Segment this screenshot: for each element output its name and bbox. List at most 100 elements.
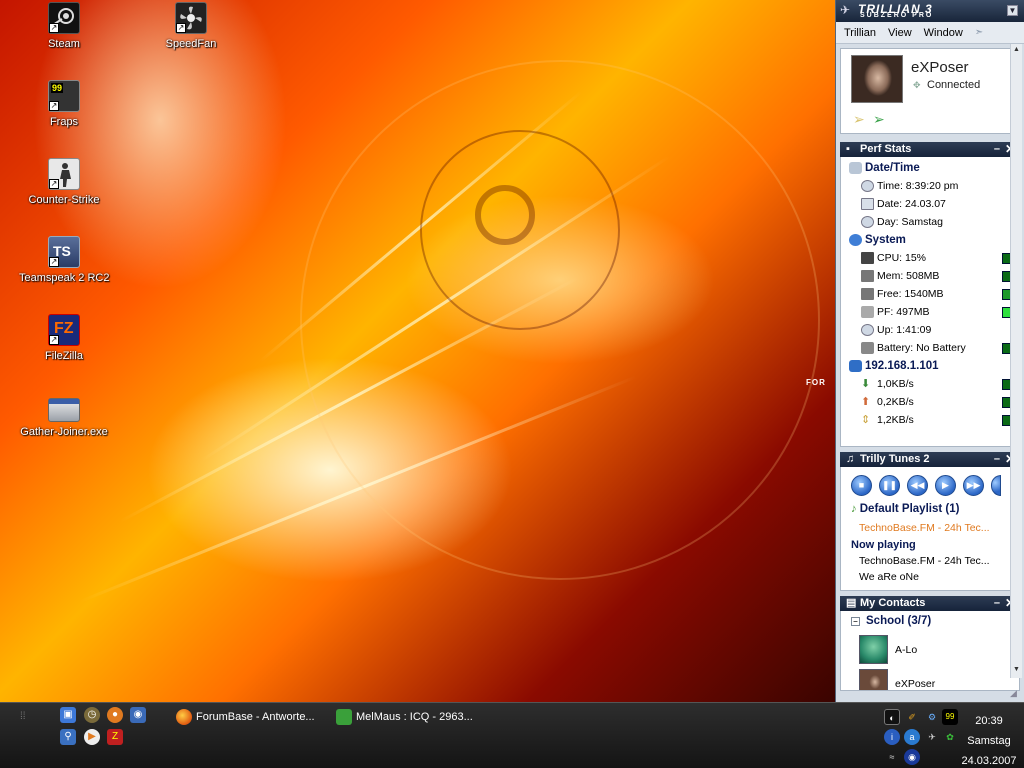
antivirus-tray-icon[interactable]: a	[904, 729, 920, 745]
taskbar-task-forumbase[interactable]: ForumBase - Antworte...	[174, 705, 315, 729]
previous-button[interactable]: ◀◀	[907, 475, 928, 496]
minimize-button[interactable]: –	[994, 452, 1000, 467]
exe-titlebar	[49, 399, 79, 404]
clock-time: 20:39	[975, 715, 1003, 727]
trillian-window[interactable]: ✈ TRILLIAN 3 SUBZERO PRO ▼ Trillian View…	[835, 0, 1024, 702]
desktop-icon-label: SpeedFan	[165, 38, 217, 50]
resize-grip-icon[interactable]: ◢	[1010, 688, 1020, 698]
panel-icon: ▪	[846, 143, 850, 155]
contact-group[interactable]: – School (3/7)	[851, 615, 931, 627]
desktop-icon-fraps[interactable]: 99 ↗ Fraps	[19, 80, 109, 128]
total-row: ⇕ 1,2KB/s	[841, 411, 1019, 429]
trilly-tunes-panel: ■ ❚❚ ◀◀ ▶ ▶▶ ♪ Default Playlist (1) Techn…	[840, 467, 1020, 591]
quicklaunch-network-icon[interactable]: ⚲	[60, 729, 76, 745]
collapse-icon[interactable]: –	[851, 617, 860, 626]
trillian-scrollbar[interactable]: ▲ ▼	[1010, 44, 1022, 678]
menu-overflow-icon[interactable]: ➣	[975, 27, 983, 38]
filezilla-icon: FZ ↗	[48, 314, 80, 346]
perf-stats-header[interactable]: ▪ Perf Stats – ✕	[840, 142, 1020, 157]
stop-button[interactable]: ■	[851, 475, 872, 496]
playlist-item[interactable]: TechnoBase.FM - 24h Tec...	[859, 522, 1004, 534]
taskbar-grip-icon[interactable]: ⁞⁞	[20, 711, 26, 722]
desktop-icon-gather-joiner[interactable]: Gather-Joiner.exe	[19, 392, 109, 438]
uptime-row: Up: 1:41:09	[841, 321, 1019, 339]
minimize-button[interactable]: –	[994, 142, 1000, 157]
trilly-tunes-header[interactable]: ♫ Trilly Tunes 2 – ✕	[840, 452, 1020, 467]
disk-icon	[861, 306, 874, 318]
profile-status[interactable]: Connected	[927, 79, 980, 91]
now-playing-artist: We aRe oNe	[859, 571, 919, 583]
desktop-icon-label: Teamspeak 2 RC2	[19, 272, 110, 284]
avatar[interactable]	[851, 55, 903, 103]
trillian-tray-icon[interactable]: ✈	[924, 729, 940, 745]
quicklaunch-filezilla-icon[interactable]: Z	[107, 729, 123, 745]
menu-window[interactable]: Window	[924, 27, 963, 39]
volume-tray-icon[interactable]: ≈	[884, 749, 900, 765]
icq-tray-icon[interactable]: ✿	[942, 729, 958, 745]
power-plug-icon	[861, 342, 874, 354]
desktop[interactable]: FOR ↗ Steam ↗ SpeedFan 99 ↗ Fraps ↗ Coun…	[0, 0, 835, 702]
info-tray-icon[interactable]: i	[884, 729, 900, 745]
quicklaunch-desktop-icon[interactable]: ▣	[60, 707, 76, 723]
quicklaunch-clock-icon[interactable]: ◷	[84, 707, 100, 723]
clock-day: Samstag	[967, 735, 1011, 747]
scroll-down-icon[interactable]: ▼	[1011, 666, 1022, 678]
contacts-icon: ▤	[846, 597, 857, 609]
desktop-icon-counter-strike[interactable]: ↗ Counter-Strike	[19, 158, 109, 206]
fraps-badge: 99	[51, 83, 64, 93]
pause-button[interactable]: ❚❚	[879, 475, 900, 496]
trillian-titlebar[interactable]: ✈ TRILLIAN 3 SUBZERO PRO ▼	[836, 0, 1024, 22]
next-button[interactable]: ▶▶	[963, 475, 984, 496]
taskbar-clock[interactable]: 20:39 Samstag 24.03.2007	[958, 711, 1020, 768]
fraps-icon: 99 ↗	[48, 80, 80, 112]
titlebar-dropdown-button[interactable]: ▼	[1007, 5, 1018, 16]
shortcut-arrow-icon: ↗	[176, 23, 186, 33]
quicklaunch-player-icon[interactable]: ▶	[84, 729, 100, 745]
speedfan-icon: ↗	[175, 2, 207, 34]
scroll-up-icon[interactable]: ▲	[1011, 46, 1022, 58]
connection-tray-icon[interactable]: ◉	[904, 749, 920, 765]
trillian-menubar: Trillian View Window ➣	[836, 22, 1024, 44]
wallpaper-text: FOR	[806, 378, 826, 387]
nav-arrow-icon[interactable]: ➢	[853, 111, 865, 128]
fraps-tray-icon[interactable]: 99	[942, 709, 958, 725]
contact-avatar	[859, 669, 888, 690]
speedfan-tray-icon[interactable]: ⚙	[924, 709, 940, 725]
quicklaunch-browser-icon[interactable]: ◉	[130, 707, 146, 723]
day-row: Day: Samstag	[841, 213, 1019, 231]
perf-stats-panel: Date/Time Time: 8:39:20 pm Date: 24.03.0…	[840, 157, 1020, 447]
eject-button[interactable]	[991, 475, 1001, 496]
counter-strike-icon: ↗	[48, 158, 80, 190]
desktop-icon-steam[interactable]: ↗ Steam	[19, 2, 109, 50]
nav-arrow-go-icon[interactable]: ➢	[873, 111, 885, 128]
desktop-icon-speedfan[interactable]: ↗ SpeedFan	[146, 2, 236, 50]
playlist-heading[interactable]: ♪ Default Playlist (1)	[851, 503, 959, 515]
play-button[interactable]: ▶	[935, 475, 956, 496]
steam-icon: ↗	[48, 2, 80, 34]
steam-tray-icon[interactable]: ◐	[884, 709, 900, 725]
download-row: ⬇ 1,0KB/s	[841, 375, 1019, 393]
shortcut-arrow-icon: ↗	[49, 179, 59, 189]
profile-name: eXPoser	[911, 59, 969, 76]
desktop-icon-label: Gather-Joiner.exe	[20, 426, 108, 438]
menu-view[interactable]: View	[888, 27, 912, 39]
minimize-button[interactable]: –	[994, 596, 1000, 611]
desktop-icon-teamspeak[interactable]: TS ↗ Teamspeak 2 RC2	[19, 236, 110, 284]
now-playing-label: Now playing	[851, 539, 916, 551]
my-contacts-header[interactable]: ▤ My Contacts – ✕	[840, 596, 1020, 611]
desktop-icon-label: FileZilla	[45, 350, 83, 362]
desktop-icon-filezilla[interactable]: FZ ↗ FileZilla	[19, 314, 109, 362]
taskbar: ⁞⁞ ▣ ◷ ● ◉ ⚲ ▶ Z ForumBase - Antworte...…	[0, 702, 1024, 768]
taskbar-task-icq[interactable]: MelMaus : ICQ - 2963...	[334, 705, 473, 729]
clock-date: 24.03.2007	[961, 755, 1017, 767]
cpu-icon	[861, 252, 874, 264]
contact-name: eXPoser	[895, 678, 936, 690]
quicklaunch-firefox-icon[interactable]: ●	[107, 707, 123, 723]
wallpaper-ring	[300, 60, 820, 580]
cpu-row: CPU: 15%	[841, 249, 1019, 267]
shortcut-arrow-icon: ↗	[49, 257, 59, 267]
music-note-icon: ♫	[846, 453, 855, 465]
network-tray-icon[interactable]: ✐	[904, 709, 920, 725]
desktop-icon-label: Fraps	[49, 116, 79, 128]
menu-trillian[interactable]: Trillian	[844, 27, 876, 39]
